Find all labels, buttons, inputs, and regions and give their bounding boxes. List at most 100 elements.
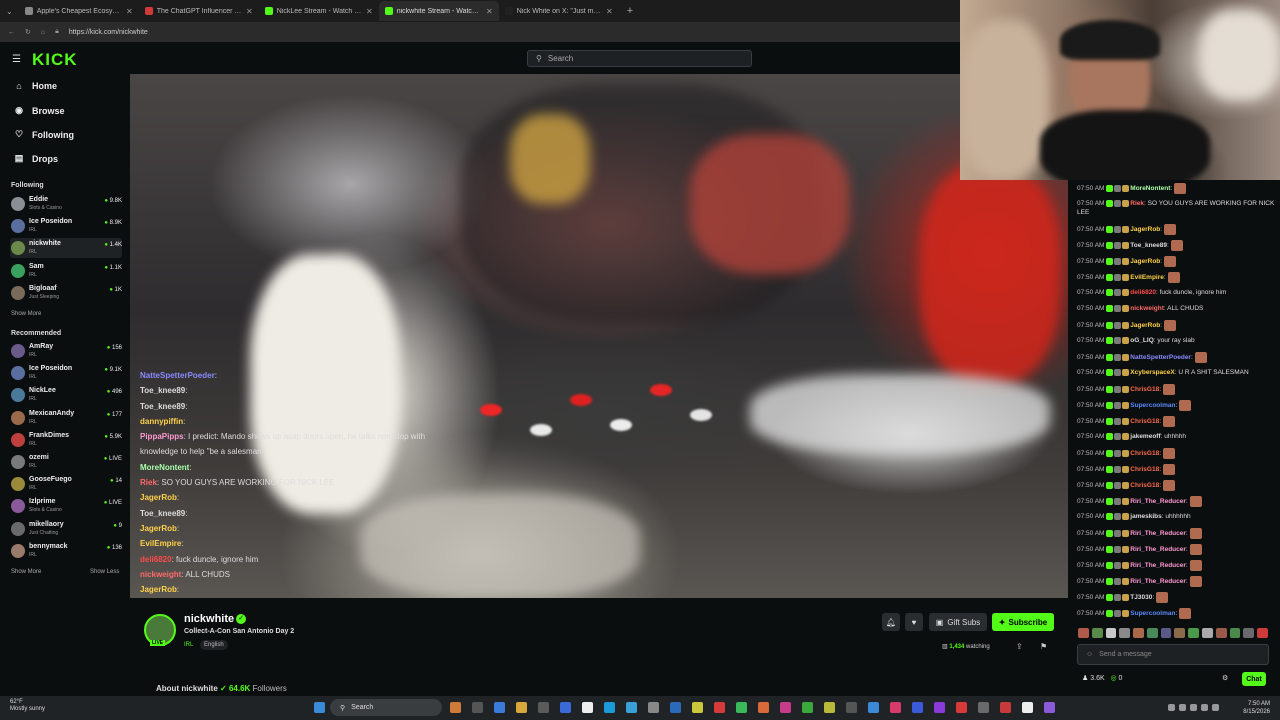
taskbar-app-icon[interactable] xyxy=(450,702,461,713)
taskbar-app-icon[interactable] xyxy=(626,702,637,713)
emoji-icon[interactable]: ☺ xyxy=(1086,651,1093,658)
chat-username[interactable]: nickweight xyxy=(1130,305,1164,312)
search-input[interactable]: ⚲ Search xyxy=(527,50,752,67)
chat-username[interactable]: JagerRob xyxy=(1130,226,1160,233)
chat-username[interactable]: ChrisG18 xyxy=(1130,482,1159,489)
sidebar-channel-sam[interactable]: Sam IRL ● 1.1K xyxy=(10,261,122,281)
chat-username[interactable]: deli6820 xyxy=(1130,289,1156,296)
gift-subs-button[interactable]: ▣ Gift Subs xyxy=(929,613,987,631)
chat-username[interactable]: Riri_The_Reducer xyxy=(1130,498,1186,505)
sidebar-channel-amray[interactable]: AmRay IRL ● 156 xyxy=(10,341,122,361)
chat-username[interactable]: NatteSpetterPoeder xyxy=(1130,354,1191,361)
taskbar-app-icon[interactable] xyxy=(736,702,747,713)
start-icon[interactable] xyxy=(314,702,325,713)
chat-username[interactable]: Riri_The_Reducer xyxy=(1130,578,1186,585)
taskbar-app-icon[interactable] xyxy=(978,702,989,713)
chat-username[interactable]: ChrisG18 xyxy=(1130,450,1159,457)
system-clock[interactable]: 7:50 AM 8/15/2026 xyxy=(1224,700,1270,716)
chat-username[interactable]: TJ3030 xyxy=(1130,594,1152,601)
tray-icon[interactable] xyxy=(1201,704,1208,711)
tray-icon[interactable] xyxy=(1190,704,1197,711)
sidebar-channel-ice-poseidon[interactable]: Ice Poseidon IRL ● 8.9K xyxy=(10,216,122,236)
taskbar-app-icon[interactable] xyxy=(1044,702,1055,713)
sidebar-channel-nickwhite[interactable]: nickwhite IRL ● 1.4K xyxy=(10,238,122,259)
taskbar-app-icon[interactable] xyxy=(758,702,769,713)
sidebar-channel-frankdimes[interactable]: FrankDimes IRL ● 5.9K xyxy=(10,430,122,450)
tab-close-icon[interactable]: ✕ xyxy=(486,7,493,16)
stream-category[interactable]: IRL xyxy=(184,642,193,648)
chat-username[interactable]: Riri_The_Reducer xyxy=(1130,546,1186,553)
chat-username[interactable]: ChrisG18 xyxy=(1130,466,1159,473)
tray-icon[interactable] xyxy=(1212,704,1219,711)
taskbar-app-icon[interactable] xyxy=(714,702,725,713)
chat-username[interactable]: oG_LIQ xyxy=(1130,337,1153,344)
emote-shortcut-icon[interactable] xyxy=(1174,628,1186,638)
emote-shortcut-icon[interactable] xyxy=(1160,628,1172,638)
taskbar-app-icon[interactable] xyxy=(780,702,791,713)
taskbar-app-icon[interactable] xyxy=(1022,702,1033,713)
taskbar-app-icon[interactable] xyxy=(648,702,659,713)
taskbar-app-icon[interactable] xyxy=(956,702,967,713)
back-icon[interactable]: ← xyxy=(8,29,15,36)
emote-shortcut-icon[interactable] xyxy=(1229,628,1241,638)
taskbar-app-icon[interactable] xyxy=(560,702,571,713)
taskbar-app-icon[interactable] xyxy=(890,702,901,713)
taskbar-app-icon[interactable] xyxy=(582,702,593,713)
chat-username[interactable]: JagerRob xyxy=(1130,322,1160,329)
sidebar-channel-mikellaory[interactable]: mikellaory Just Chatting ● 9 xyxy=(10,519,122,539)
taskbar-app-icon[interactable] xyxy=(538,702,549,713)
chat-username[interactable]: EvilEmpire xyxy=(1130,274,1164,281)
chat-username[interactable]: Supercoolman xyxy=(1130,402,1175,409)
chat-username[interactable]: jakemeoff xyxy=(1130,433,1160,440)
browser-tab[interactable]: nickwhite Stream - Watch Live on Kick ✕ xyxy=(378,1,499,21)
settings-icon[interactable]: ⚙ xyxy=(1222,674,1228,682)
nav-following[interactable]: ♡ Following xyxy=(14,129,74,140)
emote-shortcut-icon[interactable] xyxy=(1146,628,1158,638)
nav-drops[interactable]: ▤ Drops xyxy=(14,153,58,164)
tab-list-icon[interactable]: ⌄ xyxy=(0,7,19,16)
taskbar-app-icon[interactable] xyxy=(868,702,879,713)
report-icon[interactable]: ⚑ xyxy=(1040,642,1047,651)
weather-widget[interactable]: 62°F Mostly sunny xyxy=(10,699,45,713)
emote-shortcut-icon[interactable] xyxy=(1202,628,1213,638)
browser-tab[interactable]: Nick White on X: "Just made my fi ✕ xyxy=(499,1,619,21)
chat-username[interactable]: jameskibs xyxy=(1130,513,1161,520)
browser-tab[interactable]: The ChatGPT Influencer Trip Just F ✕ xyxy=(139,1,259,21)
chat-username[interactable]: Toe_knee89 xyxy=(1130,242,1167,249)
taskbar-app-icon[interactable] xyxy=(846,702,857,713)
show-more-recommended[interactable]: Show More xyxy=(11,569,41,575)
tray-icon[interactable] xyxy=(1168,704,1175,711)
emote-shortcut-icon[interactable] xyxy=(1215,628,1227,638)
taskbar-app-icon[interactable] xyxy=(824,702,835,713)
taskbar-app-icon[interactable] xyxy=(604,702,615,713)
tab-close-icon[interactable]: ✕ xyxy=(246,7,253,16)
taskbar-app-icon[interactable] xyxy=(494,702,505,713)
taskbar-app-icon[interactable] xyxy=(472,702,483,713)
taskbar-search[interactable]: ⚲ Search xyxy=(330,699,442,716)
reload-icon[interactable]: ↻ xyxy=(25,28,31,36)
subscribe-button[interactable]: ✦ Subscribe xyxy=(992,613,1054,631)
emote-shortcut-icon[interactable] xyxy=(1119,628,1131,638)
emote-shortcut-icon[interactable] xyxy=(1078,628,1089,638)
taskbar-app-icon[interactable] xyxy=(1000,702,1011,713)
sidebar-channel-mexicanandy[interactable]: MexicanAndy IRL ● 177 xyxy=(10,408,122,428)
sidebar-channel-goosefuego[interactable]: GooseFuego IRL ● 14 xyxy=(10,474,122,494)
taskbar-app-icon[interactable] xyxy=(516,702,527,713)
follow-heart-button[interactable]: ♥ xyxy=(905,613,923,631)
emote-shortcut-icon[interactable] xyxy=(1091,628,1103,638)
emote-shortcut-icon[interactable] xyxy=(1257,628,1268,638)
show-more-following[interactable]: Show More xyxy=(11,311,41,317)
notification-bell-button[interactable]: 🔔︎ xyxy=(882,613,900,631)
taskbar-app-icon[interactable] xyxy=(802,702,813,713)
chat-username[interactable]: JagerRob xyxy=(1130,258,1160,265)
home-icon[interactable]: ⌂ xyxy=(41,29,45,36)
chat-username[interactable]: ChrisG18 xyxy=(1130,418,1159,425)
share-icon[interactable]: ⇪ xyxy=(1016,642,1023,651)
chat-message-input[interactable]: ☺ Send a message xyxy=(1077,644,1269,665)
tab-close-icon[interactable]: ✕ xyxy=(606,7,613,16)
chat-username[interactable]: Riek xyxy=(1130,200,1144,207)
sidebar-channel-eddie[interactable]: Eddie Slots & Casino ● 9.8K xyxy=(10,194,122,214)
chat-send-button[interactable]: Chat xyxy=(1242,672,1266,686)
chat-username[interactable]: Riri_The_Reducer xyxy=(1130,530,1186,537)
emote-shortcut-icon[interactable] xyxy=(1243,628,1255,638)
